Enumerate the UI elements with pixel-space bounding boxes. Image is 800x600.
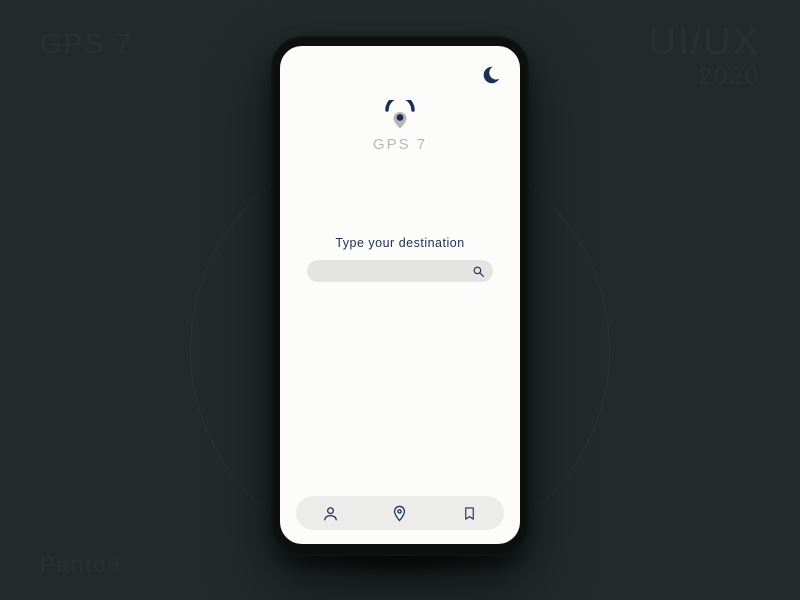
user-icon xyxy=(322,505,339,522)
bg-title-uiux: UI/UX xyxy=(649,21,760,63)
brand-name: GPS 7 xyxy=(373,136,427,153)
pin-icon xyxy=(391,505,408,522)
search-label: Type your destination xyxy=(335,236,464,250)
nav-bookmark-button[interactable] xyxy=(453,497,485,529)
nav-profile-button[interactable] xyxy=(315,497,347,529)
brand-logo-icon xyxy=(383,100,417,130)
search-input-container[interactable] xyxy=(307,260,493,282)
bg-title-top-left: GPS 7 xyxy=(40,28,132,60)
bg-title-year: 2020 xyxy=(649,64,760,90)
phone-frame: GPS 7 Type your destination xyxy=(271,36,529,556)
moon-icon xyxy=(480,64,502,86)
bottom-nav xyxy=(296,496,504,530)
search-icon xyxy=(472,265,485,278)
search-block: Type your destination xyxy=(280,236,520,282)
search-input[interactable] xyxy=(315,265,472,277)
bookmark-icon xyxy=(462,505,477,522)
brand-block: GPS 7 xyxy=(280,100,520,153)
nav-location-button[interactable] xyxy=(384,497,416,529)
theme-toggle-button[interactable] xyxy=(480,64,502,86)
bg-credit: Panto9 xyxy=(40,552,122,578)
bg-title-top-right: UI/UX 2020 xyxy=(649,22,760,90)
app-screen: GPS 7 Type your destination xyxy=(280,46,520,544)
